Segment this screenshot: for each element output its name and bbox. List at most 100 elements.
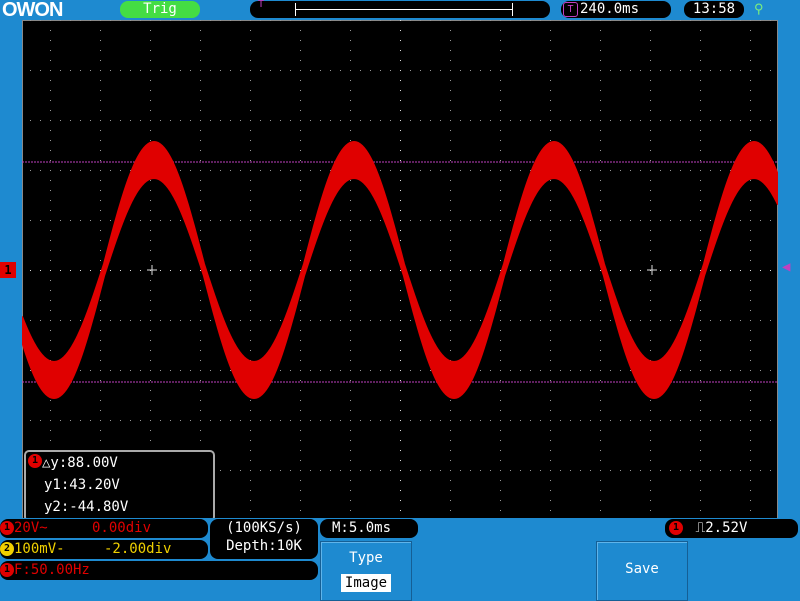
grid-dot bbox=[600, 150, 601, 151]
grid-dot bbox=[470, 70, 471, 71]
grid-dot bbox=[150, 360, 151, 361]
grid-dot bbox=[650, 400, 651, 401]
grid-dot bbox=[450, 110, 451, 111]
grid-dot bbox=[650, 340, 651, 341]
axis-tick bbox=[400, 130, 401, 131]
grid-dot bbox=[700, 260, 701, 261]
grid-dot bbox=[290, 20, 291, 21]
ch2-info[interactable]: 2 100mV- -2.00div bbox=[0, 540, 208, 559]
grid-dot bbox=[310, 470, 311, 471]
axis-tick bbox=[400, 480, 401, 481]
grid-dot bbox=[200, 210, 201, 211]
timebase-readout[interactable]: M:5.0ms bbox=[320, 519, 418, 538]
grid-dot bbox=[80, 170, 81, 171]
grid-dot bbox=[560, 420, 561, 421]
trigger-info[interactable]: 1 ⎍2.52V bbox=[665, 519, 798, 538]
grid-dot bbox=[500, 30, 501, 31]
grid-dot bbox=[500, 380, 501, 381]
grid-dot bbox=[260, 470, 261, 471]
grid-dot bbox=[150, 280, 151, 281]
grid-dot bbox=[430, 470, 431, 471]
grid-dot bbox=[250, 90, 251, 91]
axis-tick bbox=[400, 500, 401, 501]
grid-dot bbox=[100, 320, 101, 321]
grid-dot bbox=[480, 120, 481, 121]
axis-tick bbox=[110, 270, 111, 271]
axis-tick bbox=[400, 40, 401, 41]
grid-dot bbox=[90, 220, 91, 221]
grid-dot bbox=[500, 140, 501, 141]
axis-tick bbox=[400, 360, 401, 361]
axis-tick bbox=[400, 20, 401, 21]
grid-dot bbox=[450, 240, 451, 241]
grid-dot bbox=[200, 150, 201, 151]
grid-dot bbox=[100, 310, 101, 311]
grid-dot bbox=[540, 20, 541, 21]
grid-dot bbox=[300, 370, 301, 371]
grid-dot bbox=[150, 390, 151, 391]
grid-dot bbox=[740, 420, 741, 421]
grid-dot bbox=[750, 130, 751, 131]
grid-dot bbox=[150, 210, 151, 211]
grid-dot bbox=[760, 320, 761, 321]
grid-dot bbox=[350, 400, 351, 401]
grid-dot bbox=[280, 220, 281, 221]
grid-dot bbox=[380, 70, 381, 71]
timebase-value: M:5.0ms bbox=[332, 520, 392, 536]
grid-dot bbox=[160, 320, 161, 321]
memory-timeline[interactable]: T bbox=[250, 0, 550, 18]
grid-dot bbox=[250, 460, 251, 461]
waveform-display[interactable] bbox=[21, 20, 779, 521]
grid-dot bbox=[250, 160, 251, 161]
grid-dot bbox=[520, 420, 521, 421]
grid-dot bbox=[540, 70, 541, 71]
trigger-level-marker-icon[interactable]: ◀ bbox=[782, 259, 790, 275]
grid-dot bbox=[100, 50, 101, 51]
axis-tick bbox=[400, 230, 401, 231]
grid-dot bbox=[100, 150, 101, 151]
grid-dot bbox=[270, 170, 271, 171]
grid-dot bbox=[500, 420, 501, 421]
grid-dot bbox=[500, 490, 501, 491]
grid-dot bbox=[700, 460, 701, 461]
grid-dot bbox=[570, 320, 571, 321]
grid-dot bbox=[100, 400, 101, 401]
grid-dot bbox=[100, 120, 101, 121]
grid-dot bbox=[700, 340, 701, 341]
ch1-info[interactable]: 1 20V~ 0.00div bbox=[0, 519, 208, 538]
grid-dot bbox=[130, 70, 131, 71]
save-button[interactable]: Save bbox=[596, 541, 688, 601]
grid-dot bbox=[150, 120, 151, 121]
axis-tick bbox=[400, 270, 401, 271]
grid-dot bbox=[300, 420, 301, 421]
grid-dot bbox=[260, 320, 261, 321]
grid-dot bbox=[350, 490, 351, 491]
grid-dot bbox=[100, 160, 101, 161]
type-menu-button[interactable]: Type Image bbox=[320, 541, 412, 601]
grid-dot bbox=[600, 110, 601, 111]
axis-tick bbox=[400, 120, 401, 121]
grid-dot bbox=[700, 430, 701, 431]
grid-dot bbox=[600, 160, 601, 161]
grid-dot bbox=[200, 40, 201, 41]
grid-dot bbox=[600, 430, 601, 431]
grid-dot bbox=[250, 350, 251, 351]
axis-tick bbox=[400, 300, 401, 301]
grid-dot bbox=[40, 70, 41, 71]
grid-dot bbox=[150, 240, 151, 241]
ch1-position-marker[interactable]: 1 bbox=[0, 262, 16, 278]
grid-dot bbox=[50, 150, 51, 151]
axis-tick bbox=[330, 270, 331, 271]
grid-dot bbox=[260, 220, 261, 221]
grid-dot bbox=[300, 390, 301, 391]
grid-dot bbox=[650, 150, 651, 151]
grid-dot bbox=[750, 360, 751, 361]
grid-dot bbox=[270, 220, 271, 221]
grid-dot bbox=[250, 120, 251, 121]
grid-dot bbox=[300, 300, 301, 301]
grid-dot bbox=[240, 170, 241, 171]
grid-dot bbox=[660, 320, 661, 321]
axis-tick bbox=[200, 270, 201, 271]
grid-dot bbox=[720, 470, 721, 471]
grid-dot bbox=[50, 340, 51, 341]
